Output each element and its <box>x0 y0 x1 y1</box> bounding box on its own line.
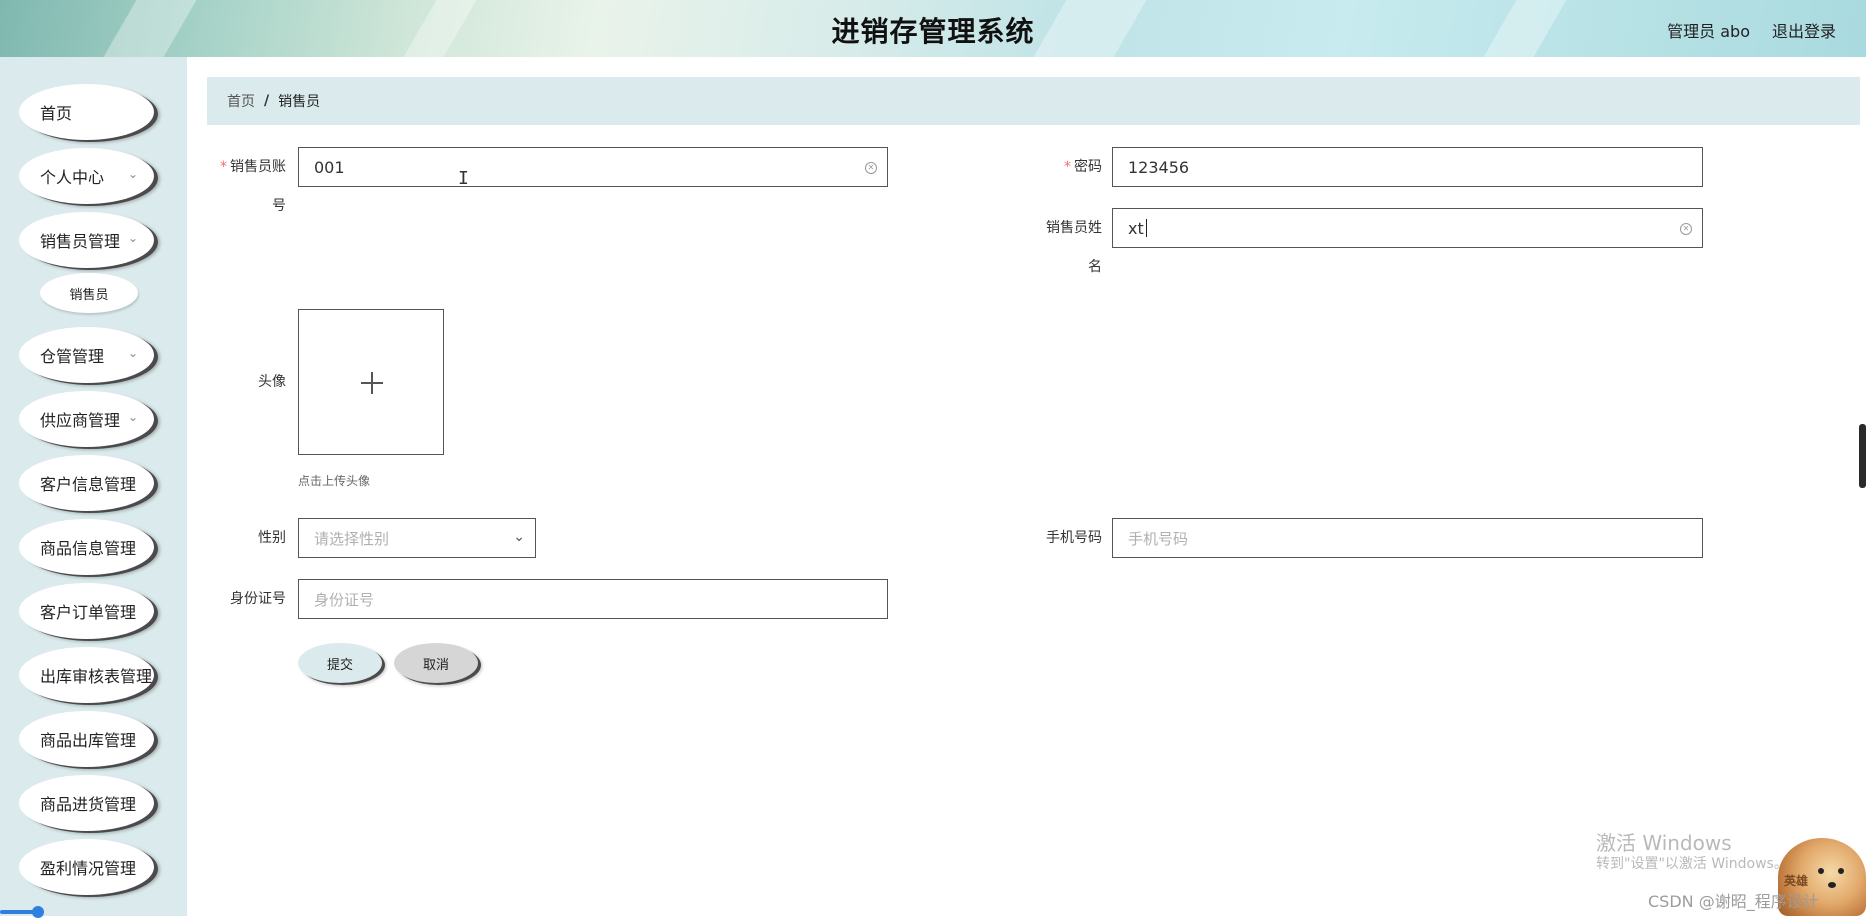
gender-label: 性别 <box>258 530 286 546</box>
id-card-label: 身份证号 <box>230 591 286 607</box>
sidebar-item-outbound-review[interactable]: 出库审核表管理 <box>19 647 154 703</box>
sticker-nose <box>1828 882 1836 888</box>
chevron-down-icon: ⌄ <box>127 167 138 181</box>
password-value: 123456 <box>1128 157 1190 177</box>
chevron-down-icon: ⌄ <box>513 529 525 545</box>
breadcrumb-current: 销售员 <box>278 94 321 110</box>
phone-label: 手机号码 <box>1046 530 1102 546</box>
header-banner: 进销存管理系统 管理员 abo 退出登录 <box>0 0 1866 57</box>
sidebar-item-label: 盈利情况管理 <box>40 859 137 878</box>
account-label-wrap: 号 <box>272 198 286 214</box>
sidebar-item-label: 首页 <box>40 104 73 123</box>
avatar-upload-tip: 点击上传头像 <box>298 474 371 488</box>
sidebar-item-product-outbound[interactable]: 商品出库管理 <box>19 711 154 767</box>
password-input[interactable]: 123456 <box>1112 147 1703 187</box>
sidebar-item-label: 出库审核表管理 <box>40 667 153 686</box>
id-card-input[interactable]: 身份证号 <box>298 579 888 619</box>
gender-placeholder: 请选择性别 <box>314 529 390 548</box>
gender-select[interactable]: 请选择性别 ⌄ <box>298 518 536 558</box>
password-label-text: 密码 <box>1074 159 1102 175</box>
account-input[interactable]: 001 ✕ <box>298 147 888 187</box>
plus-icon <box>371 372 373 394</box>
sticker-eye <box>1838 868 1844 874</box>
csdn-watermark: CSDN @谢昭_程序设计 <box>1648 892 1819 911</box>
sidebar-item-supplier-management[interactable]: 供应商管理 ⌄ <box>19 391 154 447</box>
account-value: 001 <box>314 157 345 177</box>
name-label: 销售员姓 <box>1046 220 1102 236</box>
sidebar-item-label: 商品进货管理 <box>40 795 137 814</box>
submit-button-label: 提交 <box>326 657 353 673</box>
clear-icon[interactable]: ✕ <box>1680 223 1692 235</box>
name-label-wrap: 名 <box>1088 259 1102 275</box>
sidebar-item-customer-info[interactable]: 客户信息管理 <box>19 455 154 511</box>
sidebar-item-label: 商品出库管理 <box>40 731 137 750</box>
page-scrollbar[interactable] <box>1859 424 1866 488</box>
sidebar-item-label: 客户订单管理 <box>40 603 137 622</box>
avatar-upload[interactable] <box>298 309 444 455</box>
avatar-label: 头像 <box>258 374 286 390</box>
current-user: 管理员 abo <box>1667 22 1750 41</box>
sticker-badge: 英雄 <box>1784 874 1809 888</box>
breadcrumb-separator: / <box>264 93 270 109</box>
required-mark: * <box>1064 159 1071 175</box>
sidebar-item-home[interactable]: 首页 <box>19 84 154 140</box>
phone-input[interactable]: 手机号码 <box>1112 518 1703 558</box>
logout-link[interactable]: 退出登录 <box>1772 18 1836 42</box>
sidebar-item-warehouse-management[interactable]: 仓管管理 ⌄ <box>19 327 154 383</box>
required-mark: * <box>220 159 227 175</box>
name-input[interactable]: xt ✕ <box>1112 208 1703 248</box>
sidebar-item-customer-orders[interactable]: 客户订单管理 <box>19 583 154 639</box>
windows-activation-title: 激活 Windows <box>1596 831 1732 855</box>
sidebar-item-profit[interactable]: 盈利情况管理 <box>19 839 154 895</box>
sidebar-item-label: 销售员管理 <box>40 232 121 251</box>
sidebar-item-label: 仓管管理 <box>40 347 105 366</box>
account-label-text: 销售员账 <box>230 159 286 175</box>
sidebar: 首页 个人中心 ⌄ 销售员管理 ⌄ 销售员 仓管管理 ⌄ 供应商管理 ⌄ 客户信… <box>0 57 187 916</box>
sidebar-subitem-label: 销售员 <box>69 287 109 303</box>
phone-placeholder: 手机号码 <box>1128 529 1189 548</box>
id-card-placeholder: 身份证号 <box>314 590 375 609</box>
scrollbar-thumb[interactable] <box>32 906 44 918</box>
sidebar-item-product-purchase[interactable]: 商品进货管理 <box>19 775 154 831</box>
sidebar-item-label: 客户信息管理 <box>40 475 137 494</box>
sticker-eye <box>1818 868 1824 874</box>
app-title: 进销存管理系统 <box>831 15 1035 48</box>
chevron-down-icon: ⌄ <box>127 231 138 245</box>
password-label: * 密码 <box>1022 147 1102 187</box>
sidebar-item-product-info[interactable]: 商品信息管理 <box>19 519 154 575</box>
name-value: xt <box>1128 218 1144 238</box>
text-caret <box>1145 219 1147 237</box>
text-cursor-icon: I <box>458 168 469 189</box>
sidebar-scrollbar[interactable] <box>0 906 50 918</box>
submit-button[interactable]: 提交 <box>298 643 382 683</box>
breadcrumb: 首页 / 销售员 <box>207 77 1860 125</box>
sidebar-item-label: 个人中心 <box>40 168 105 187</box>
breadcrumb-home[interactable]: 首页 <box>227 91 255 111</box>
account-label: * 销售员账 <box>206 147 286 187</box>
sidebar-item-label: 商品信息管理 <box>40 539 137 558</box>
windows-activation-subtitle: 转到"设置"以激活 Windows。 <box>1596 856 1788 872</box>
chevron-down-icon: ⌄ <box>127 410 138 424</box>
chevron-down-icon: ⌄ <box>127 346 138 360</box>
sidebar-item-personal-center[interactable]: 个人中心 ⌄ <box>19 148 154 204</box>
cancel-button[interactable]: 取消 <box>394 643 478 683</box>
cancel-button-label: 取消 <box>422 657 449 673</box>
sidebar-item-salesperson-management[interactable]: 销售员管理 ⌄ <box>19 212 154 268</box>
clear-icon[interactable]: ✕ <box>865 162 877 174</box>
sidebar-item-label: 供应商管理 <box>40 411 121 430</box>
sidebar-subitem-salesperson[interactable]: 销售员 <box>40 273 138 313</box>
